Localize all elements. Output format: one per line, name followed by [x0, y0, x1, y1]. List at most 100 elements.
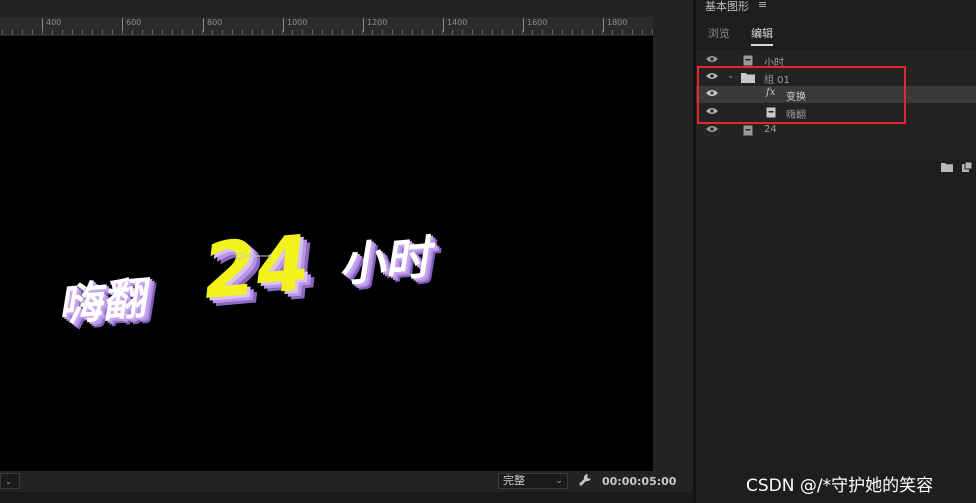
ruler-tick [612, 30, 613, 34]
ruler-tick [542, 30, 543, 34]
ruler-tick [622, 30, 623, 34]
panel-menu-icon[interactable]: ≡ [758, 0, 767, 11]
wrench-icon[interactable] [578, 473, 594, 489]
ruler-tick [102, 30, 103, 34]
playback-resolution-dropdown[interactable]: 完整 ⌄ [498, 473, 568, 489]
ruler-tick [412, 30, 413, 34]
eye-icon[interactable] [706, 55, 718, 63]
ruler-tick [142, 30, 143, 34]
ruler-tick [532, 30, 533, 34]
ruler-tick [322, 30, 323, 34]
ruler-tick [632, 30, 633, 34]
ruler-tick [282, 30, 283, 34]
ruler-tick [432, 30, 433, 34]
watermark: CSDN @/*守护她的笑容 [746, 476, 934, 496]
ruler-tick [92, 30, 93, 34]
ruler-tick [62, 30, 63, 34]
ruler-tick [602, 30, 603, 34]
ruler-tick [392, 30, 393, 34]
ruler-tick [132, 30, 133, 34]
ruler-tick [402, 30, 403, 34]
tab-edit[interactable]: 编辑 [751, 25, 773, 46]
video-canvas[interactable]: 嗨翻 24 小时 [0, 36, 653, 471]
ruler-tick [382, 30, 383, 34]
title-graphic[interactable]: 嗨翻 24 小时 [49, 196, 479, 362]
layer-label: 24 [764, 124, 777, 135]
ruler-tick [122, 30, 123, 34]
ruler-tick [312, 30, 313, 34]
ruler-tick [232, 30, 233, 34]
ruler-tick [462, 30, 463, 34]
ruler-tick [152, 30, 153, 34]
ruler-tick [252, 30, 253, 34]
ruler-tick [42, 30, 43, 34]
ruler-tick [362, 30, 363, 34]
ruler-tick [32, 30, 33, 34]
ruler-tick [2, 30, 3, 34]
ruler-tick [22, 30, 23, 34]
ruler-tick [422, 30, 423, 34]
title-number: 24 [199, 217, 313, 316]
horizontal-ruler: 400 600 800 1000 1200 1400 1600 1800 [0, 17, 653, 35]
ruler-tick [242, 30, 243, 34]
annotation-highlight-box [697, 66, 906, 124]
ruler-tick [222, 30, 223, 34]
monitor-side-strip [653, 36, 693, 471]
ruler-tick [512, 30, 513, 34]
timecode-display[interactable]: 00:00:05:00 [602, 475, 676, 488]
ruler-label: 1000 [283, 18, 307, 32]
ruler-tick [572, 30, 573, 34]
ruler-tick [522, 30, 523, 34]
chevron-down-icon: ⌄ [5, 477, 12, 486]
ruler-tick [562, 30, 563, 34]
title-word-2: 小时 [335, 230, 433, 293]
ruler-tick [652, 30, 653, 34]
zoom-dropdown[interactable]: ⌄ [0, 473, 20, 489]
layer-row-24[interactable]: 24 [696, 122, 976, 139]
eye-icon[interactable] [706, 125, 718, 133]
text-layer-icon [743, 125, 753, 136]
ruler-tick [202, 30, 203, 34]
ruler-tick [192, 30, 193, 34]
ruler-label: 1600 [523, 18, 547, 32]
ruler-tick [332, 30, 333, 34]
ruler-tick [212, 30, 213, 34]
ruler-tick [552, 30, 553, 34]
ruler-label: 1800 [603, 18, 627, 32]
ruler-tick [82, 30, 83, 34]
ruler-tick [492, 30, 493, 34]
program-monitor: 400 600 800 1000 1200 1400 1600 1800 嗨翻 … [0, 0, 693, 503]
ruler-tick [172, 30, 173, 34]
panel-title: 基本图形 [705, 0, 749, 13]
ruler-tick [452, 30, 453, 34]
ruler-tick [112, 30, 113, 34]
tab-browse[interactable]: 浏览 [708, 25, 730, 41]
ruler-tick [472, 30, 473, 34]
ruler-tick [302, 30, 303, 34]
ruler-tick [262, 30, 263, 34]
new-layer-icon[interactable] [962, 162, 972, 172]
ruler-tick [182, 30, 183, 34]
ruler-tick [162, 30, 163, 34]
ruler-label: 1400 [443, 18, 467, 32]
timeline-scroll-strip[interactable] [0, 492, 693, 503]
resolution-value: 完整 [503, 474, 525, 487]
ruler-tick [272, 30, 273, 34]
ruler-tick [592, 30, 593, 34]
title-word-1: 嗨翻 [55, 273, 148, 332]
text-layer-icon [743, 55, 753, 66]
ruler-tick [12, 30, 13, 34]
chevron-down-icon: ⌄ [555, 476, 563, 486]
new-group-folder-icon[interactable] [941, 162, 953, 172]
anchor-point-handle[interactable] [232, 246, 272, 260]
ruler-label: 1200 [363, 18, 387, 32]
ruler-tick [642, 30, 643, 34]
ruler-tick [72, 30, 73, 34]
ruler-tick [582, 30, 583, 34]
ruler-tick [292, 30, 293, 34]
ruler-tick [342, 30, 343, 34]
ruler-tick [372, 30, 373, 34]
ruler-tick [352, 30, 353, 34]
ruler-tick [52, 30, 53, 34]
ruler-tick [442, 30, 443, 34]
